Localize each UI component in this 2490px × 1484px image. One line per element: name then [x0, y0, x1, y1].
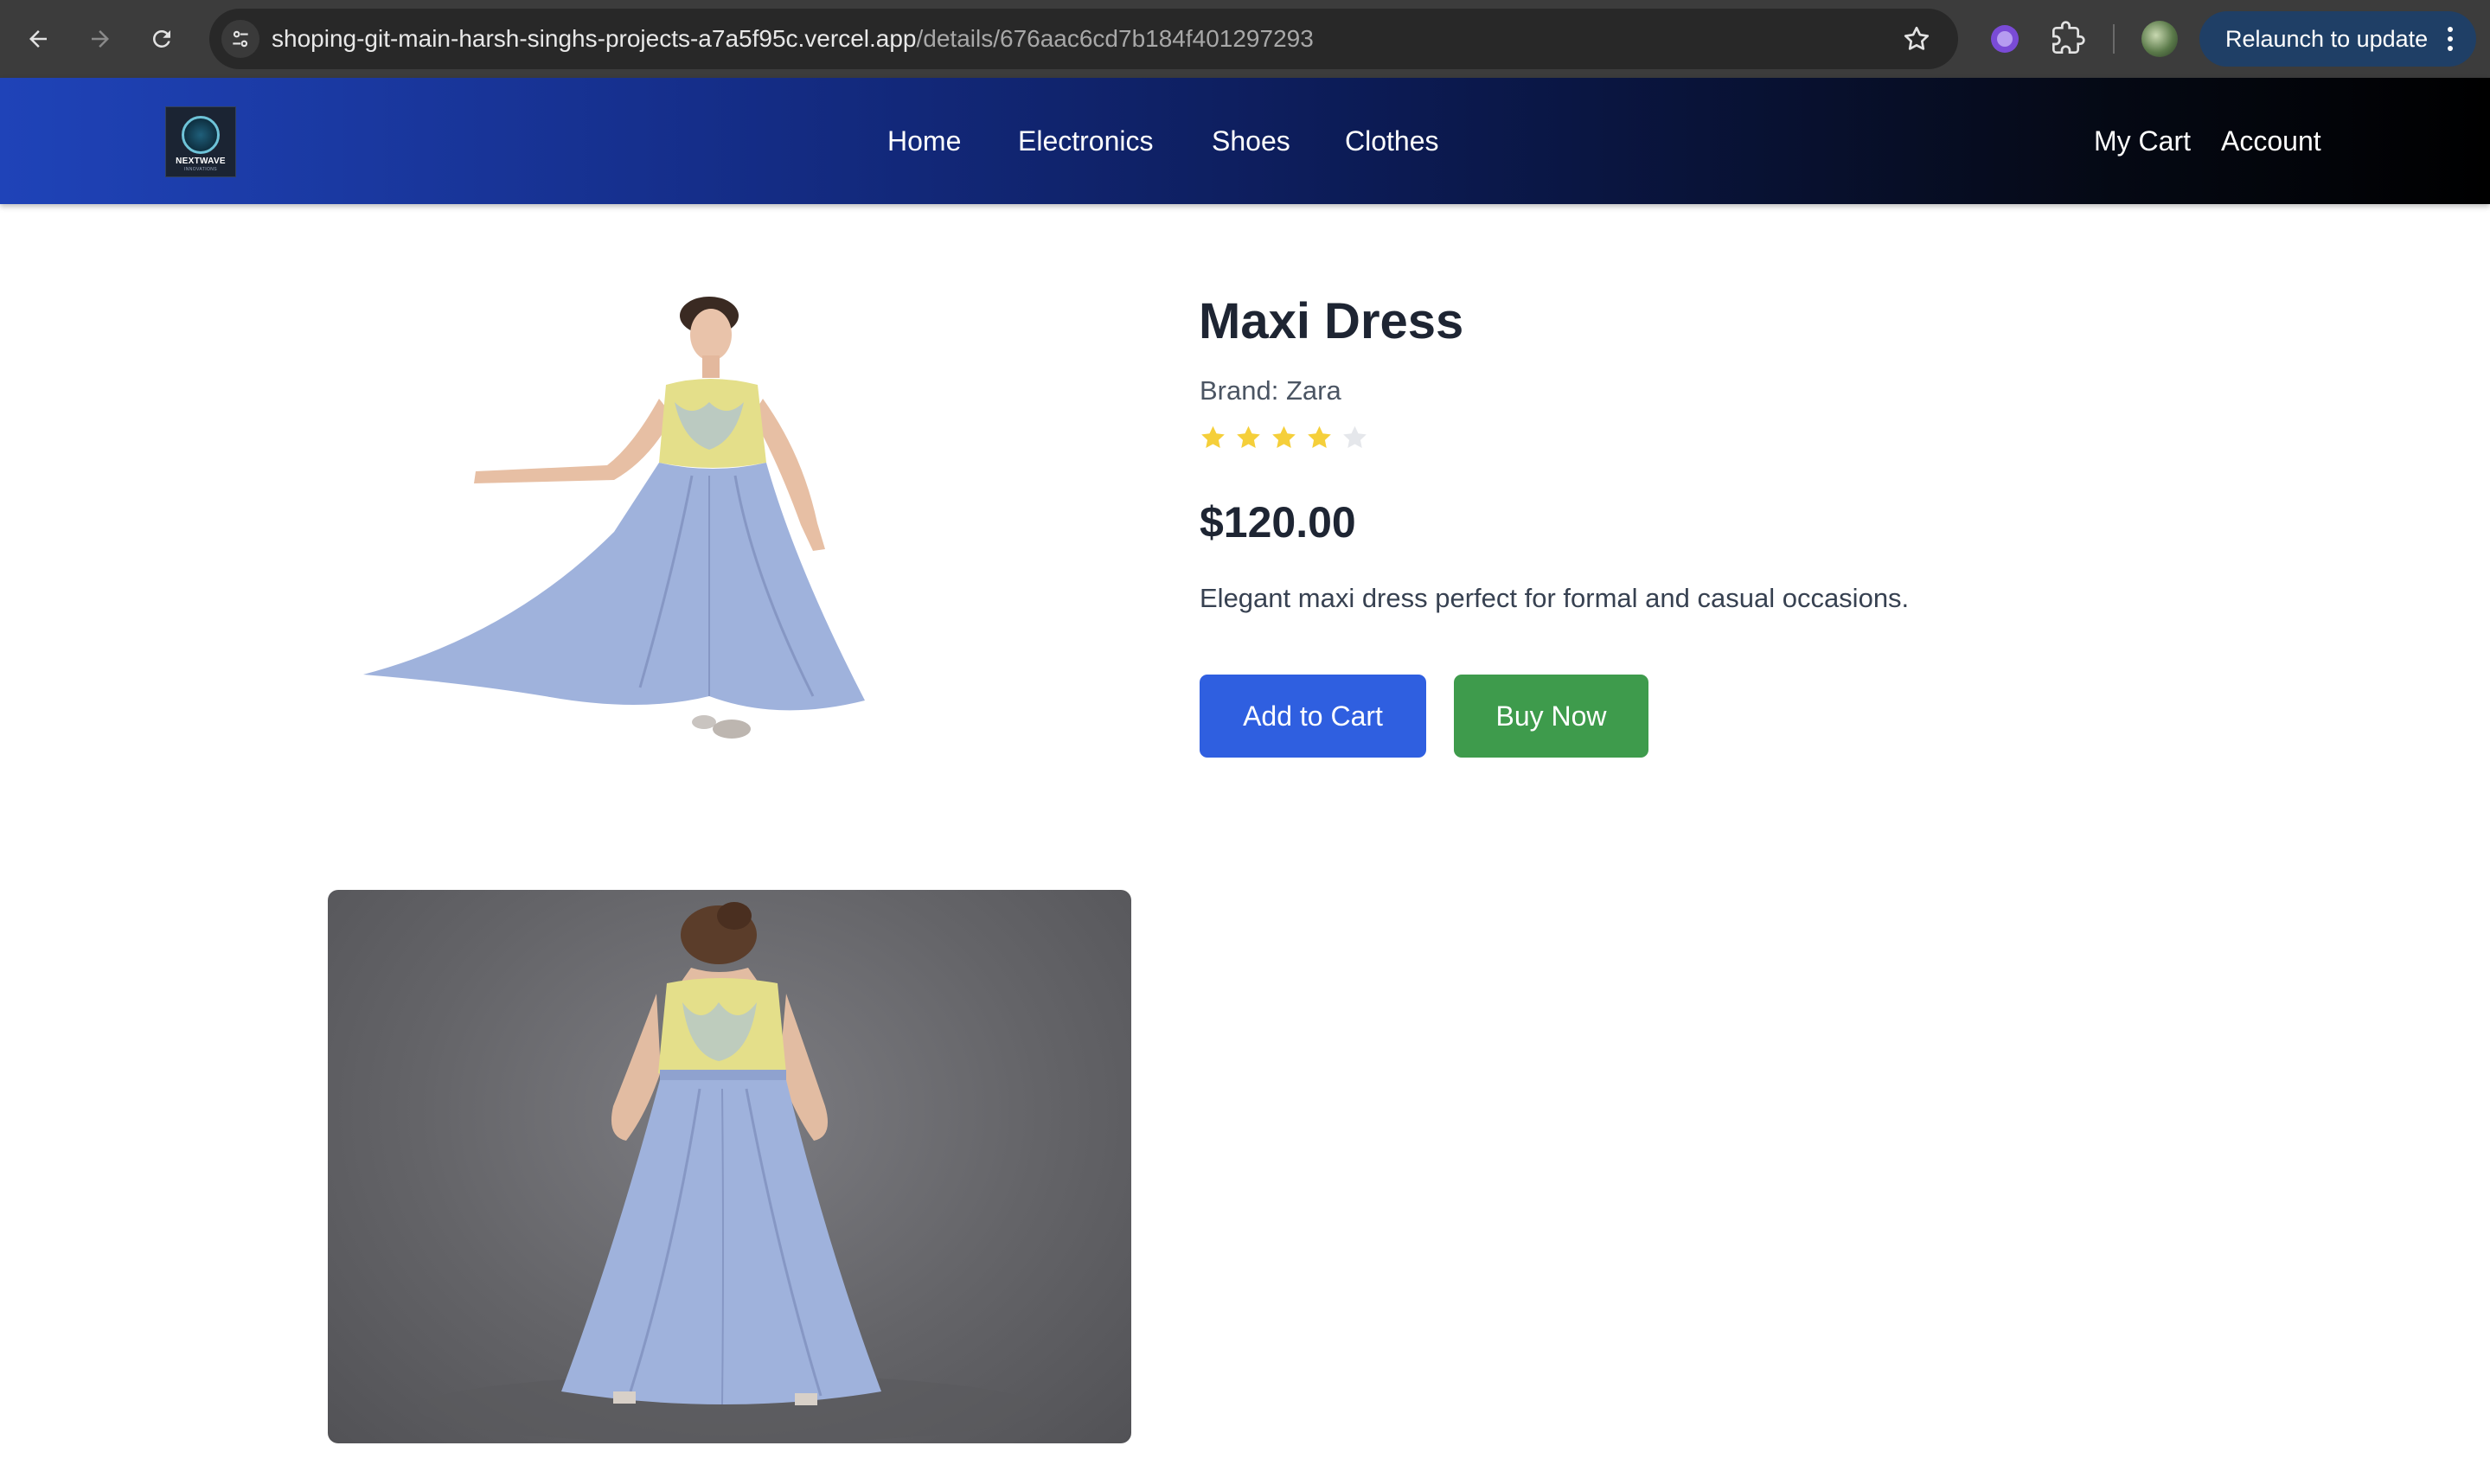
- star-filled-icon: [1201, 425, 1225, 449]
- star-empty-icon: [1343, 425, 1367, 449]
- site-header: NEXTWAVE INNOVATIONS Home Electronics Sh…: [0, 78, 2490, 204]
- site-info-icon[interactable]: [221, 20, 259, 58]
- relaunch-button[interactable]: Relaunch to update: [2199, 11, 2476, 67]
- nav-home[interactable]: Home: [887, 78, 961, 204]
- more-menu-icon[interactable]: [2447, 25, 2454, 53]
- forward-icon[interactable]: [80, 19, 120, 59]
- star-filled-icon: [1237, 425, 1260, 449]
- nav-my-cart[interactable]: My Cart: [2094, 78, 2191, 204]
- extension-icon[interactable]: [1987, 21, 2023, 57]
- nav-clothes[interactable]: Clothes: [1345, 78, 1439, 204]
- url-text[interactable]: shoping-git-main-harsh-singhs-projects-a…: [272, 9, 1314, 69]
- nav-electronics[interactable]: Electronics: [1018, 78, 1154, 204]
- address-bar[interactable]: shoping-git-main-harsh-singhs-projects-a…: [209, 9, 1958, 69]
- reload-icon[interactable]: [142, 19, 182, 59]
- browser-toolbar: shoping-git-main-harsh-singhs-projects-a…: [0, 0, 2490, 78]
- product-image-back[interactable]: [328, 890, 1131, 1443]
- back-icon[interactable]: [18, 19, 58, 59]
- wave-logo-icon: [182, 115, 220, 154]
- logo-subtext: INNOVATIONS: [183, 166, 218, 172]
- nav-account[interactable]: Account: [2221, 78, 2321, 204]
- product-price: $120.00: [1200, 498, 1356, 547]
- url-path: /details/676aac6cd7b184f401297293: [916, 25, 1314, 52]
- toolbar-divider: [2113, 24, 2115, 54]
- add-to-cart-button[interactable]: Add to Cart: [1200, 675, 1426, 758]
- product-brand: Brand: Zara: [1200, 375, 1341, 406]
- nav-shoes[interactable]: Shoes: [1212, 78, 1290, 204]
- star-filled-icon: [1308, 425, 1331, 449]
- profile-avatar[interactable]: [2141, 21, 2178, 57]
- logo-text: NEXTWAVE: [176, 156, 226, 166]
- puzzle-extensions-icon[interactable]: [2051, 21, 2087, 57]
- product-description: Elegant maxi dress perfect for formal an…: [1200, 583, 1910, 613]
- product-title: Maxi Dress: [1199, 293, 1464, 349]
- rating-stars: [1199, 424, 1369, 452]
- url-host: shoping-git-main-harsh-singhs-projects-a…: [272, 25, 917, 52]
- relaunch-label: Relaunch to update: [2225, 25, 2429, 52]
- site-logo[interactable]: NEXTWAVE INNOVATIONS: [165, 106, 236, 177]
- product-image-front[interactable]: [329, 290, 1131, 843]
- buy-now-button[interactable]: Buy Now: [1454, 675, 1648, 758]
- star-filled-icon: [1272, 425, 1296, 449]
- bookmark-star-icon[interactable]: [1901, 23, 1932, 54]
